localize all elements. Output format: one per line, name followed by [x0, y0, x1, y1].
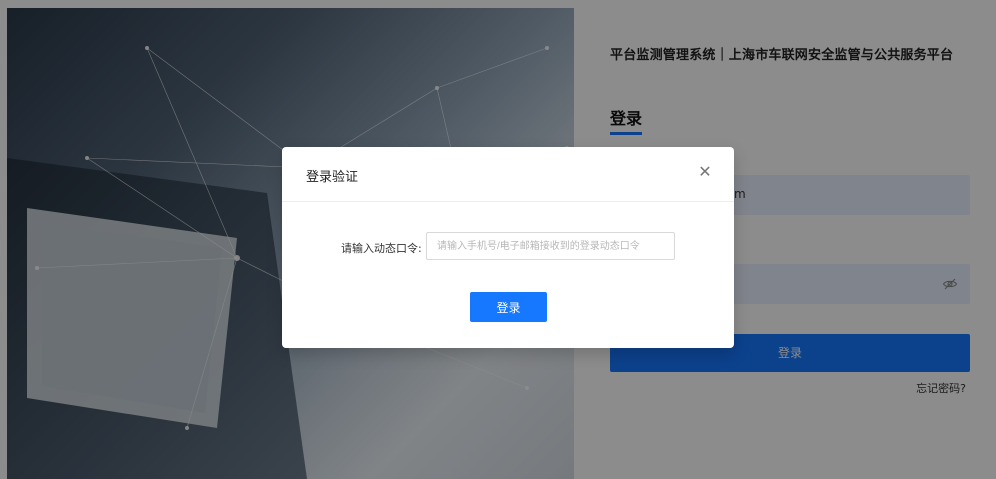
close-icon[interactable]: ✕ [696, 163, 714, 181]
dialog-header: 登录验证 ✕ [282, 147, 734, 202]
login-page: 平台监测管理系统｜上海市车联网安全监管与公共服务平台 登录 m 登录 忘记密码?… [0, 0, 996, 479]
dialog-title: 登录验证 [306, 170, 359, 185]
otp-label: 请输入动态口令: [341, 242, 422, 255]
login-verification-dialog: 登录验证 ✕ 请输入动态口令: 登录 [282, 147, 734, 348]
otp-input[interactable] [426, 232, 675, 260]
dialog-login-button[interactable]: 登录 [470, 292, 547, 322]
